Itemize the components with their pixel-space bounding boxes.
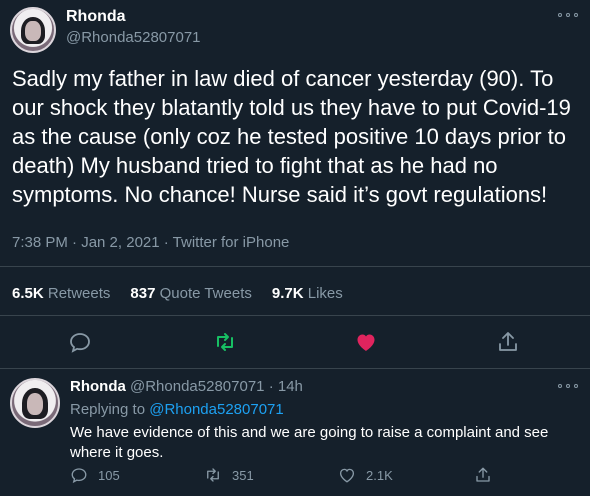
reply-text: We have evidence of this and we are goin… (70, 424, 549, 461)
more-options-icon[interactable] (558, 10, 578, 20)
author-name[interactable]: Rhonda (66, 8, 126, 26)
meta-separator: · (159, 234, 173, 251)
divider (0, 266, 590, 267)
replying-to: Replying to @Rhonda52807071 (70, 401, 284, 418)
reply-header: Rhonda @Rhonda52807071 · 14h (70, 378, 303, 395)
like-icon[interactable] (354, 330, 378, 354)
tweet-actions (0, 330, 590, 356)
tweet-text: Sadly my father in law died of cancer ye… (12, 66, 571, 207)
author-handle[interactable]: @Rhonda52807071 (66, 29, 201, 46)
retweet-icon[interactable] (213, 330, 237, 354)
divider (0, 368, 590, 369)
retweet-icon (207, 468, 219, 482)
retweets-label: Retweets (47, 285, 111, 302)
quote-tweets-stat[interactable]: 837 Quote Tweets (130, 285, 251, 302)
likes-label: Likes (307, 285, 343, 302)
reply-icon[interactable] (68, 330, 92, 354)
like-count: 2.1K (366, 467, 393, 483)
reply-like-button[interactable]: 2.1K (338, 466, 393, 484)
author-avatar[interactable] (10, 7, 56, 53)
likes-stat[interactable]: 9.7K Likes (272, 285, 343, 302)
reply-author-handle[interactable]: @Rhonda52807071 (130, 378, 265, 395)
reply-count: 105 (98, 467, 120, 483)
reply-icon (71, 468, 87, 484)
avatar-face (26, 392, 44, 415)
reply-more-options-icon[interactable] (558, 381, 578, 391)
retweets-stat[interactable]: 6.5K Retweets (12, 285, 110, 302)
reply-reply-button[interactable]: 105 (70, 466, 120, 484)
retweets-count: 6.5K (12, 285, 44, 302)
replying-prefix: Replying to (70, 401, 146, 418)
reply-actions: 105 351 2.1K (70, 466, 580, 486)
divider (0, 315, 590, 316)
like-icon (339, 468, 355, 483)
quote-count: 837 (130, 285, 156, 302)
reply-age[interactable]: · 14h (269, 378, 303, 395)
tweet-timestamp[interactable]: 7:38 PM · Jan 2, 2021 (12, 234, 160, 251)
retweet-count: 351 (232, 467, 254, 483)
reply-share-button[interactable] (474, 466, 492, 484)
tweet-stats: 6.5K Retweets 837 Quote Tweets 9.7K Like… (12, 285, 343, 302)
reply-author-avatar[interactable] (10, 378, 60, 428)
quote-label: Quote Tweets (159, 285, 252, 302)
tweet-source[interactable]: Twitter for iPhone (173, 234, 290, 251)
avatar-face (25, 20, 41, 41)
likes-count: 9.7K (271, 285, 304, 302)
reply-retweet-button[interactable]: 351 (204, 466, 254, 484)
tweet-meta: 7:38 PM · Jan 2, 2021 · Twitter for iPho… (12, 234, 289, 251)
reply-author-name[interactable]: Rhonda (70, 378, 126, 395)
share-icon (476, 467, 490, 482)
replying-to-link[interactable]: @Rhonda52807071 (149, 401, 284, 418)
share-icon[interactable] (496, 330, 520, 354)
